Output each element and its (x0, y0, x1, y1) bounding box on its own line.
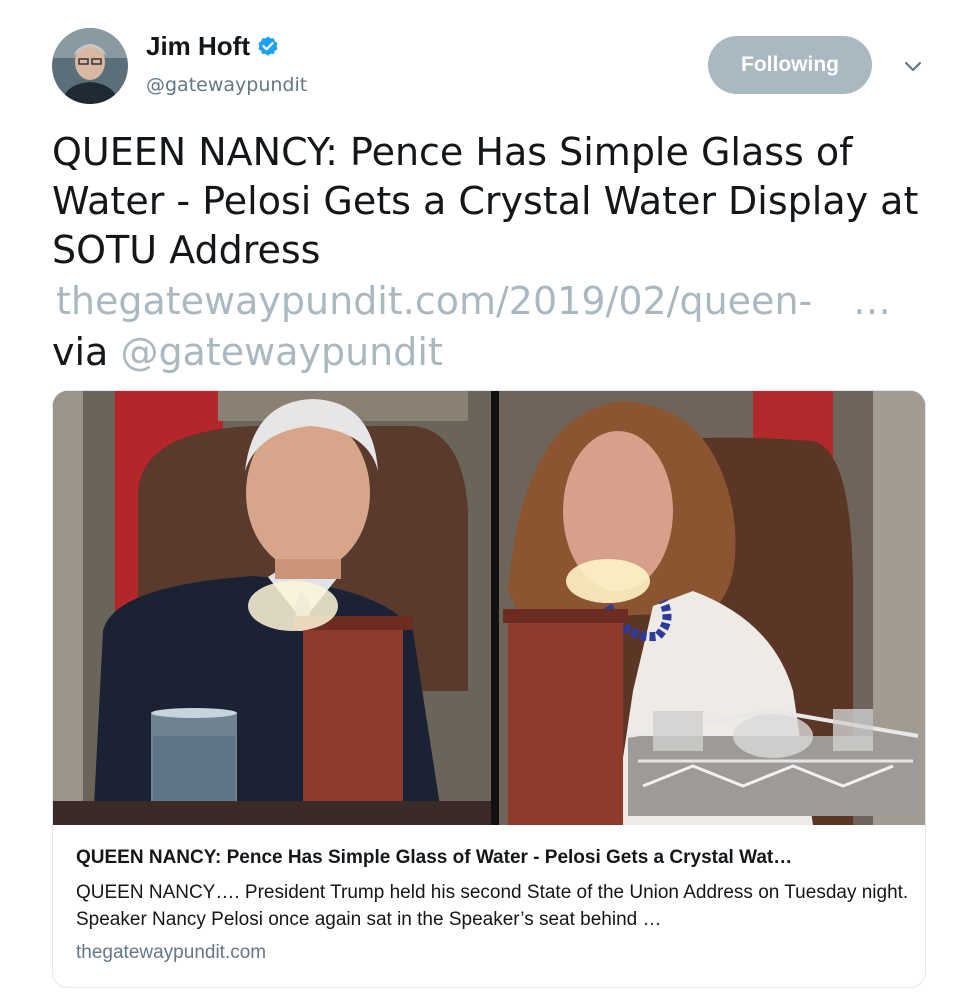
user-avatar-image (52, 28, 128, 104)
verified-badge-icon (258, 36, 278, 56)
card-description: QUEEN NANCY…. President Trump held his s… (76, 882, 909, 930)
tweet-text: QUEEN NANCY: Pence Has Simple Glass of W… (52, 130, 919, 272)
card-domain[interactable]: thegatewaypundit.com (76, 942, 266, 964)
chevron-down-icon[interactable] (900, 56, 926, 78)
via-row: via @gatewaypundit (52, 328, 443, 377)
card-photo-image[interactable] (53, 391, 925, 825)
author-avatar[interactable] (52, 28, 128, 104)
link-card[interactable]: QUEEN NANCY: Pence Has Simple Glass of W… (52, 390, 926, 988)
via-label: via (52, 330, 109, 374)
author-display-name[interactable]: Jim Hoft (146, 31, 250, 62)
author-handle[interactable]: @gatewaypundit (146, 74, 307, 96)
following-button[interactable]: Following (708, 36, 872, 94)
card-title[interactable]: QUEEN NANCY: Pence Has Simple Glass of W… (76, 847, 916, 869)
tweet-link-ellipsis[interactable]: … (853, 277, 891, 326)
via-handle-link[interactable]: @gatewaypundit (120, 330, 442, 374)
tweet-link[interactable]: thegatewaypundit.com/2019/02/queen- (56, 277, 812, 326)
author-name-row[interactable]: Jim Hoft (146, 31, 280, 62)
